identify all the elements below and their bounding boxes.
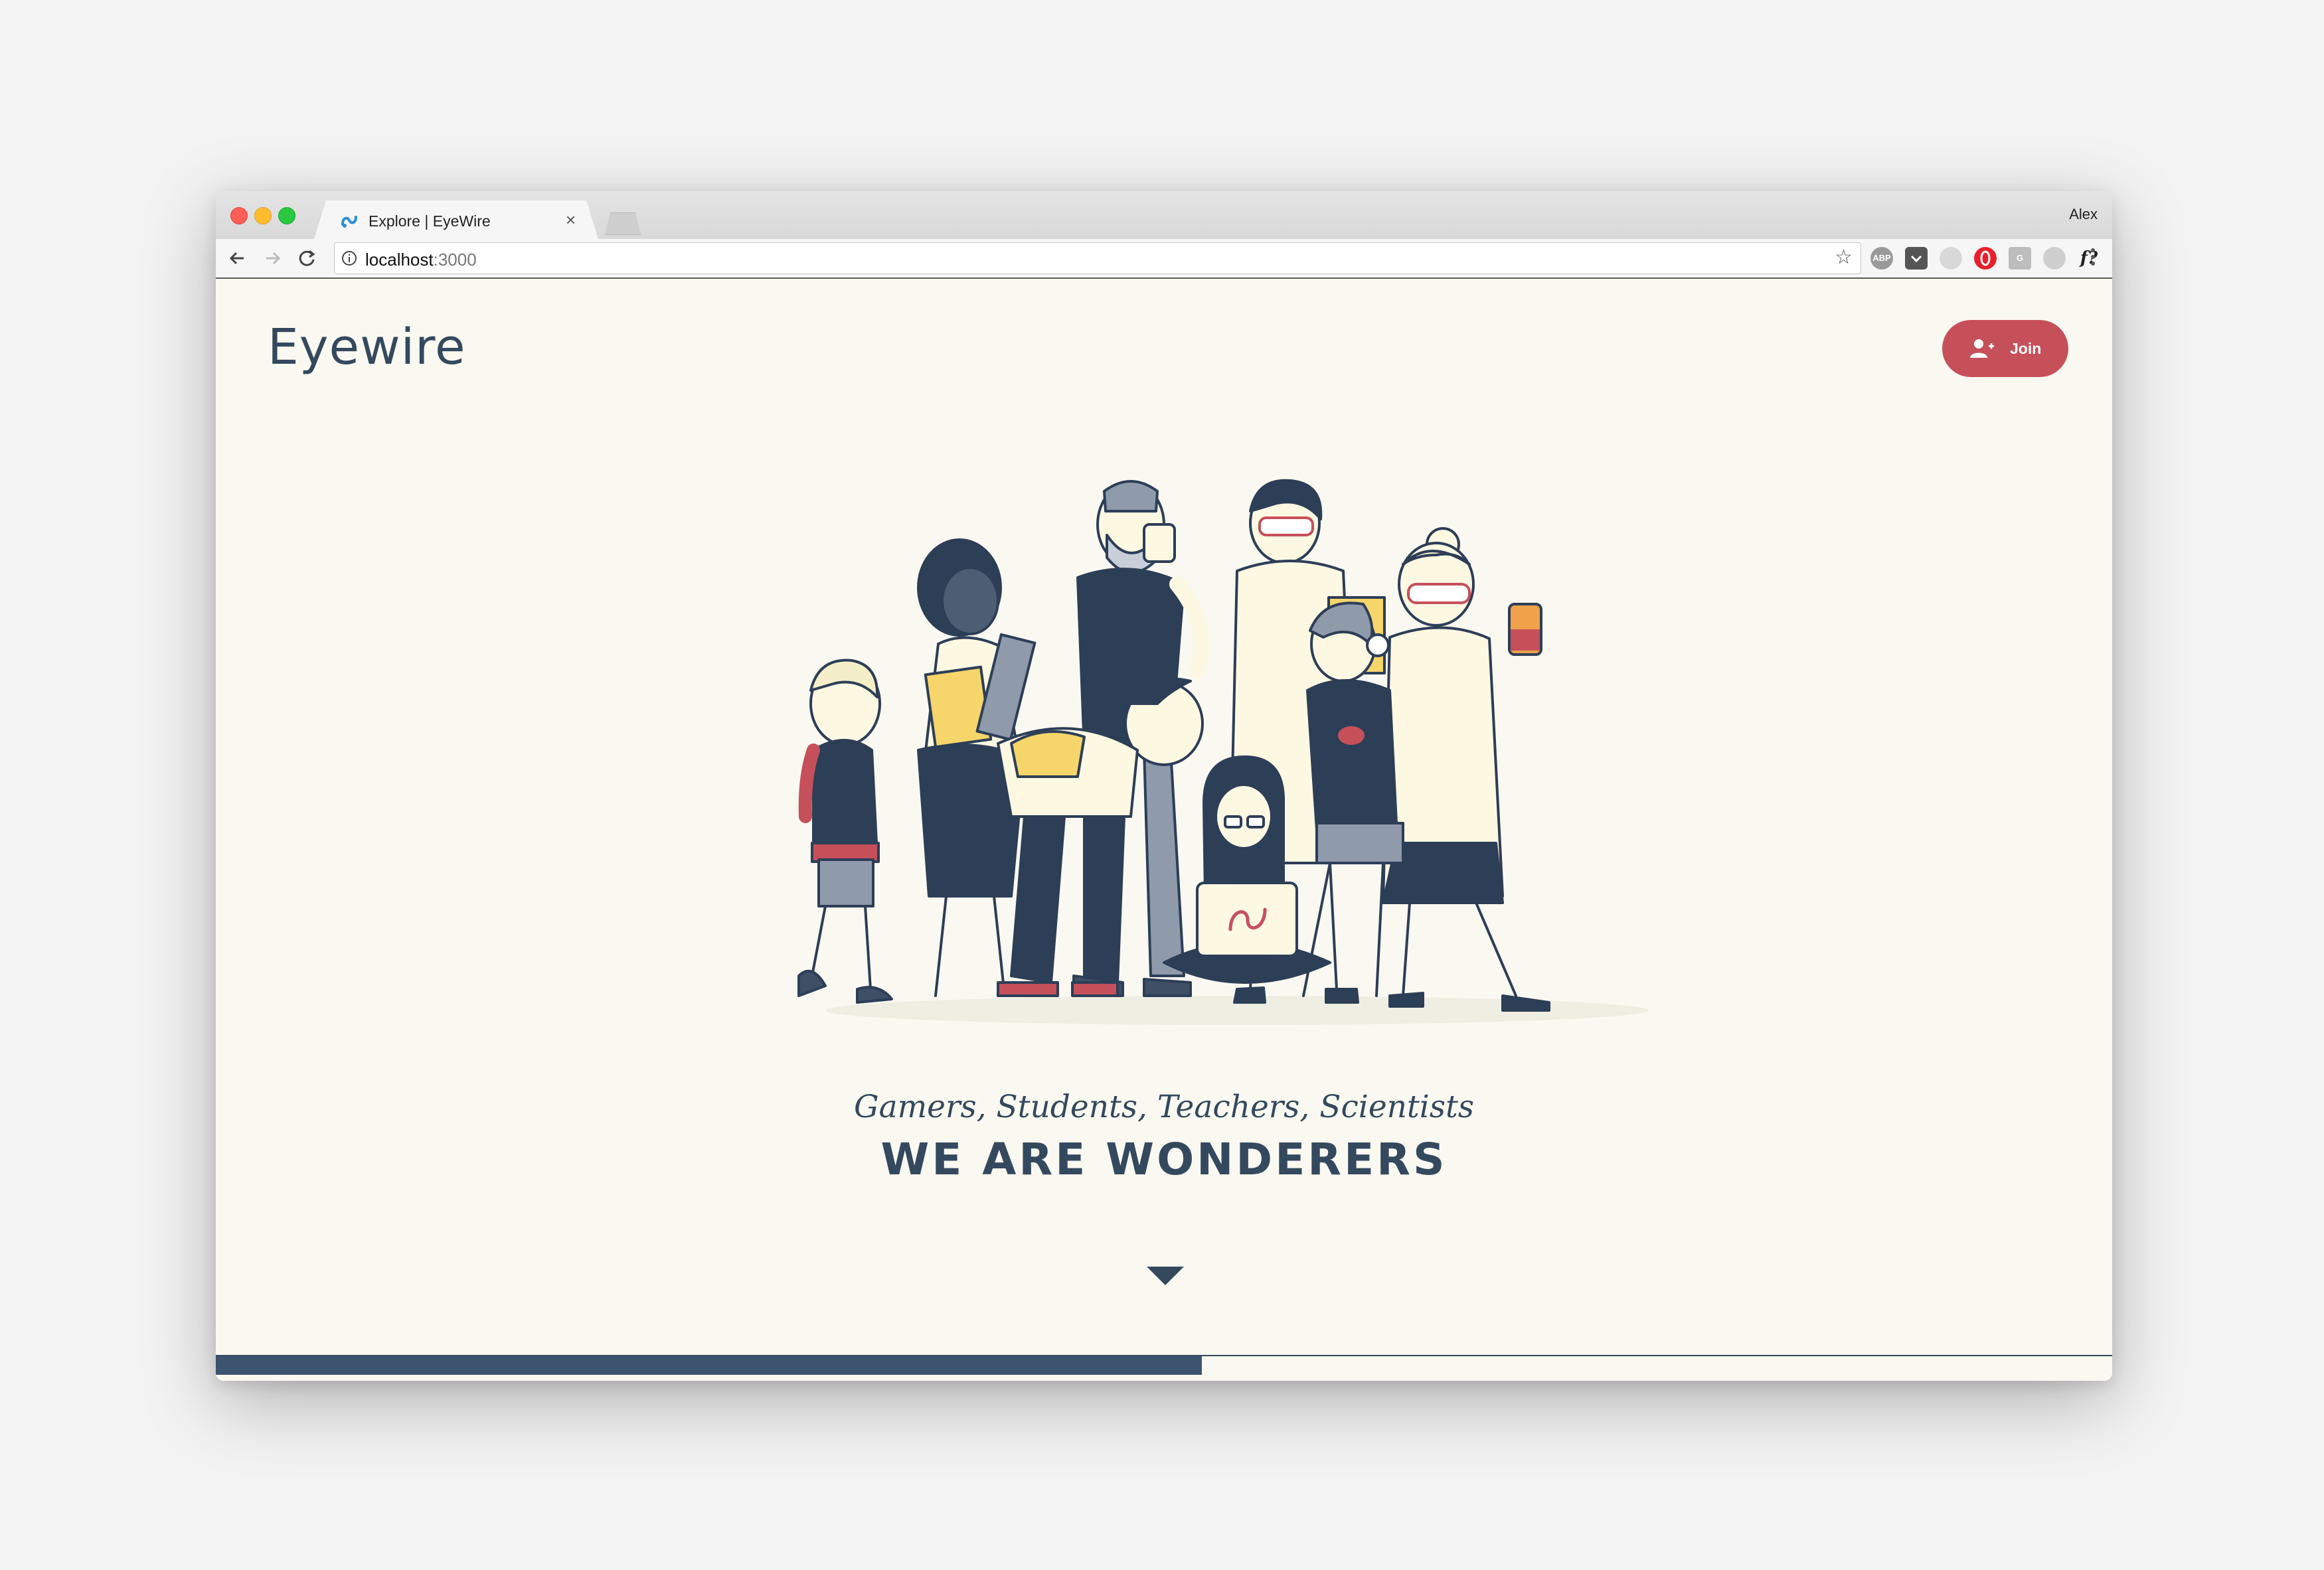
tab-explore[interactable]: Explore | EyeWire ×	[314, 200, 598, 239]
opera-icon[interactable]	[1974, 247, 1997, 270]
new-tab-button[interactable]	[605, 212, 641, 235]
scroll-progress-fill	[216, 1356, 1203, 1375]
cloud-icon[interactable]	[2043, 247, 2066, 270]
google-icon[interactable]: G	[2009, 247, 2031, 270]
drive-icon[interactable]	[1940, 247, 1962, 270]
hero-illustration	[797, 479, 1649, 1025]
url-text: localhost:3000	[365, 250, 477, 270]
pocket-icon[interactable]	[1905, 247, 1928, 270]
minimize-window-button[interactable]	[254, 207, 272, 224]
add-user-icon	[1970, 339, 1994, 358]
abp-icon[interactable]: ABP	[1870, 247, 1893, 270]
close-window-button[interactable]	[230, 207, 248, 224]
eyewire-favicon-icon	[339, 211, 359, 231]
join-button[interactable]: Join	[1942, 320, 2068, 377]
figure-woman-flask	[1382, 527, 1550, 1012]
bookmark-star-icon[interactable]: ☆	[1835, 247, 1853, 268]
join-label: Join	[2010, 340, 2042, 357]
forward-arrow-icon[interactable]	[260, 246, 285, 271]
address-bar[interactable]: localhost:3000 ☆	[334, 242, 1861, 274]
page-content: Eyewire Join Gamers, Students, Teachers,…	[216, 279, 2112, 1381]
title-bar: Explore | EyeWire × Alex	[216, 191, 2112, 239]
info-icon[interactable]	[341, 250, 357, 266]
tab-title: Explore | EyeWire	[369, 212, 491, 230]
scroll-down-arrow-icon[interactable]	[1147, 1267, 1184, 1285]
scroll-progress-bar	[216, 1355, 2112, 1375]
browser-window: Explore | EyeWire × Alex localhost:3000 …	[216, 191, 2112, 1381]
whatfont-icon[interactable]: f?	[2078, 247, 2100, 270]
reload-icon[interactable]	[294, 246, 319, 271]
eyewire-logo[interactable]: Eyewire	[268, 319, 465, 376]
figure-girl-hoodie	[797, 659, 893, 1004]
headline: WE ARE WONDERERS	[880, 1134, 1448, 1185]
browser-toolbar: localhost:3000 ☆ ABP G f? {≡}	[216, 239, 2112, 279]
maximize-window-button[interactable]	[278, 207, 295, 224]
tagline: Gamers, Students, Teachers, Scientists	[854, 1089, 1474, 1125]
profile-name[interactable]: Alex	[2069, 206, 2098, 223]
browser-menu-icon[interactable]	[2090, 246, 2096, 270]
tab-close-icon[interactable]: ×	[566, 210, 576, 230]
back-arrow-icon[interactable]	[225, 246, 250, 271]
